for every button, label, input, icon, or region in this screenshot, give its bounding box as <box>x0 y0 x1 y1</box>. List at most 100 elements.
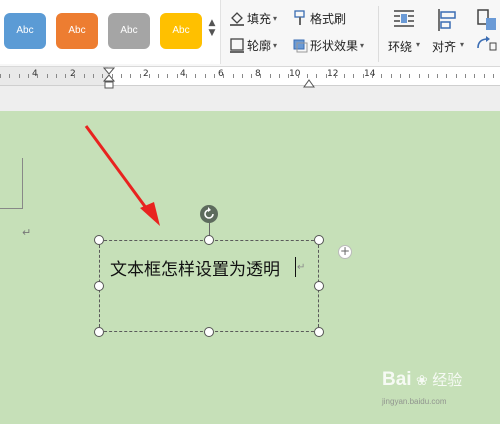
chevron-down-icon: ▾ <box>273 13 278 23</box>
shape-effects-button[interactable]: 形状效果 ▾ <box>292 35 364 55</box>
resize-handle-top-left[interactable] <box>94 235 104 245</box>
right-indent-marker[interactable] <box>303 73 315 92</box>
shape-style-orange[interactable]: Abc <box>56 13 98 49</box>
wrap-text-icon <box>392 8 416 36</box>
layout-options-button[interactable]: + <box>338 245 352 259</box>
page-corner-mark <box>22 158 23 208</box>
ribbon-separator <box>378 6 379 62</box>
wrap-label: 环绕 <box>388 40 413 54</box>
chevron-down-icon: ▾ <box>416 40 421 49</box>
text-box[interactable] <box>99 240 319 332</box>
resize-handle-top-right[interactable] <box>314 235 324 245</box>
shape-style-gallery: Abc Abc Abc Abc ▲ ▼ <box>0 0 221 64</box>
ruler-tick <box>456 74 457 78</box>
horizontal-ruler[interactable]: 4 2 2 4 6 8 10 12 14 <box>0 67 500 89</box>
align-button[interactable]: 对齐 ▾ <box>430 8 466 60</box>
fill-button[interactable]: 填充 ▾ <box>229 8 277 28</box>
ruler-tick <box>186 74 187 78</box>
resize-handle-left[interactable] <box>94 281 104 291</box>
ruler-tick <box>484 74 485 78</box>
ruler-tick <box>19 74 20 78</box>
ruler-tick <box>446 74 447 78</box>
chevron-down-icon: ▾ <box>273 40 278 50</box>
rotate-handle-icon[interactable] <box>200 205 218 223</box>
ruler-label: 2 <box>143 69 149 79</box>
align-label: 对齐 <box>432 40 457 54</box>
chevron-down-icon: ▾ <box>360 40 365 50</box>
ruler-tick <box>335 74 336 78</box>
ruler-tick <box>84 74 85 78</box>
ruler-tick <box>316 74 317 78</box>
chevron-down-icon: ▾ <box>460 40 465 49</box>
ruler-tick <box>28 74 29 78</box>
resize-handle-bottom-right[interactable] <box>314 327 324 337</box>
ruler-tick <box>372 74 373 78</box>
ruler-tick <box>493 74 494 78</box>
rotate-small-icon[interactable] <box>474 36 498 56</box>
ruler-tick <box>298 74 299 78</box>
resize-handle-bottom-left[interactable] <box>94 327 104 337</box>
ruler-tick <box>214 74 215 78</box>
ruler-tick <box>149 74 150 78</box>
ruler-tick <box>37 74 38 78</box>
page-corner-mark <box>0 208 23 209</box>
shape-style-gray[interactable]: Abc <box>108 13 150 49</box>
ribbon-toolbar: Abc Abc Abc Abc ▲▼ 填充 ▾ 格式刷 轮廓 ▾ 形状效果 ▾ <box>0 0 500 67</box>
wrap-button[interactable]: 环绕 ▾ <box>386 8 422 60</box>
ruler-tick <box>363 74 364 78</box>
shape-effects-icon <box>292 37 308 53</box>
ruler-tick <box>65 74 66 78</box>
shape-style-blue[interactable]: Abc <box>4 13 46 49</box>
watermark-brand: Bai <box>382 369 412 390</box>
gallery-more-button[interactable]: ▲ ▼ <box>207 18 217 44</box>
ruler-margin <box>0 67 108 85</box>
ruler-tick <box>9 74 10 78</box>
ruler-tick <box>465 74 466 78</box>
rotate-icon[interactable] <box>474 8 498 36</box>
ruler-tick <box>140 74 141 78</box>
ruler-label: 12 <box>327 69 339 79</box>
ruler-tick <box>121 74 122 78</box>
shape-effects-label: 形状效果 <box>310 38 359 53</box>
resize-handle-top[interactable] <box>204 235 214 245</box>
fill-label: 填充 <box>247 11 272 26</box>
ruler-tick <box>288 74 289 78</box>
ruler-tick <box>260 74 261 78</box>
resize-handle-bottom[interactable] <box>204 327 214 337</box>
rotation-stem <box>209 222 210 236</box>
indent-marker[interactable] <box>102 67 116 93</box>
ruler-tick <box>74 74 75 78</box>
ruler-tick <box>242 74 243 78</box>
ruler-tick <box>270 74 271 78</box>
ruler-tick <box>400 74 401 78</box>
outline-button[interactable]: 轮廓 ▾ <box>229 35 277 55</box>
ruler-tick <box>205 74 206 78</box>
ruler-tick <box>353 74 354 78</box>
baidu-watermark: Bai ❀ 经验 jingyan.baidu.com <box>382 369 462 406</box>
ruler-tick <box>0 74 1 78</box>
paw-icon: ❀ <box>416 372 428 388</box>
outline-label: 轮廓 <box>247 38 272 53</box>
ruler-tick <box>279 74 280 78</box>
ruler-tick <box>47 74 48 78</box>
format-painter-icon <box>292 10 308 26</box>
format-painter-label: 格式刷 <box>310 11 347 26</box>
ruler-tick <box>93 74 94 78</box>
ruler-tick <box>381 74 382 78</box>
resize-handle-right[interactable] <box>314 281 324 291</box>
align-icon <box>436 8 460 36</box>
ruler-label: 4 <box>180 69 186 79</box>
outline-icon <box>229 37 245 53</box>
textbox-text[interactable]: 文本框怎样设置为透明 <box>110 255 280 280</box>
ruler-tick <box>158 74 159 78</box>
textbox-paragraph-mark: ↵ <box>297 262 306 273</box>
watermark-url: jingyan.baidu.com <box>382 397 447 406</box>
paragraph-mark: ↵ <box>22 226 32 239</box>
ruler-tick <box>195 74 196 78</box>
ruler-tick <box>167 74 168 78</box>
ruler-area: 4 2 2 4 6 8 10 12 14 <box>0 67 500 111</box>
ruler-tick <box>251 74 252 78</box>
format-painter-button[interactable]: 格式刷 <box>292 8 346 28</box>
ruler-tick <box>428 74 429 78</box>
shape-style-gold[interactable]: Abc <box>160 13 202 49</box>
